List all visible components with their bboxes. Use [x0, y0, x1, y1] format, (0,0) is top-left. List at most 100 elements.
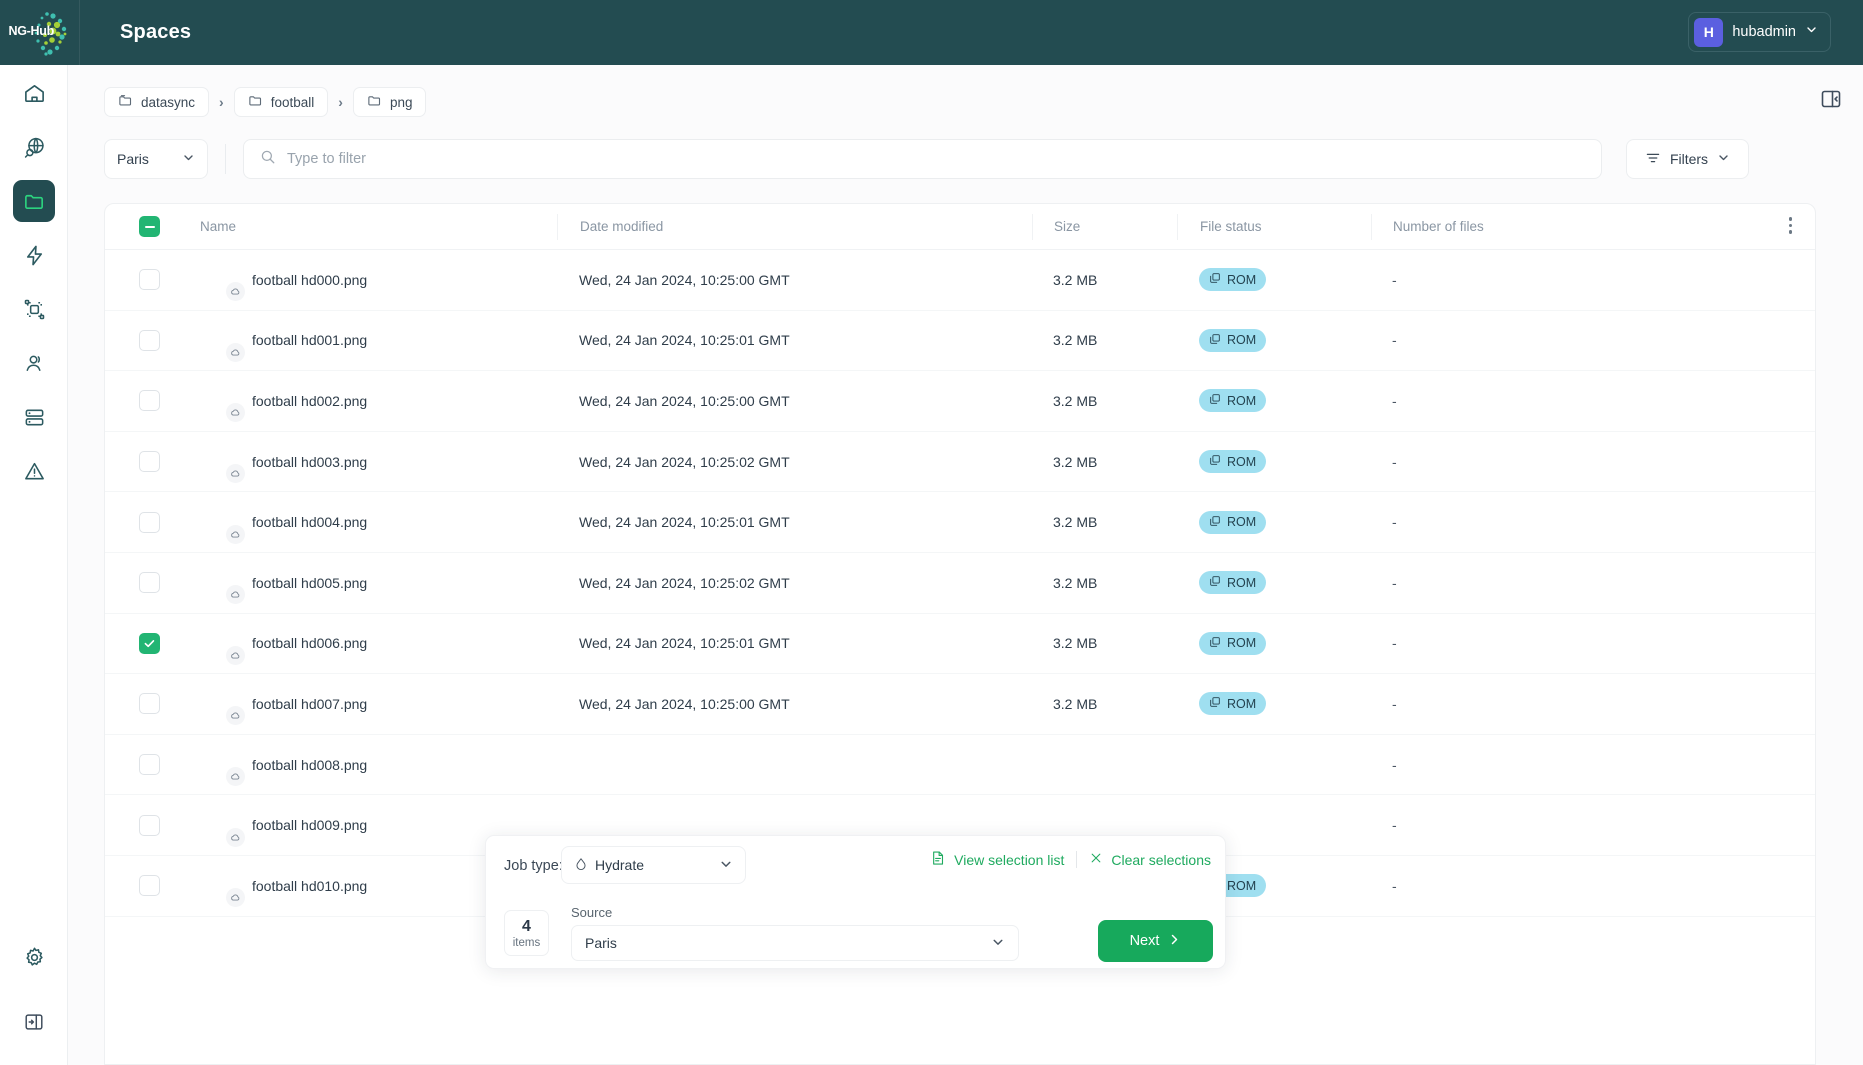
image-thumbnail — [200, 690, 236, 717]
layers-icon — [1209, 454, 1221, 469]
table-row[interactable]: football hd002.pngWed, 24 Jan 2024, 10:2… — [105, 371, 1815, 432]
cloud-icon — [226, 888, 245, 907]
sidebar-item-home[interactable] — [13, 72, 55, 114]
source-value: Paris — [585, 935, 617, 951]
table-row[interactable]: football hd001.pngWed, 24 Jan 2024, 10:2… — [105, 311, 1815, 372]
image-thumbnail — [200, 569, 236, 596]
sidebar-item-settings[interactable] — [13, 936, 55, 978]
panel-collapse-icon — [1819, 98, 1843, 115]
user-name: hubadmin — [1732, 24, 1796, 40]
chevron-down-icon — [1717, 151, 1730, 167]
table-row[interactable]: football hd007.pngWed, 24 Jan 2024, 10:2… — [105, 674, 1815, 735]
image-thumbnail — [200, 509, 236, 536]
search-input[interactable] — [287, 151, 1585, 167]
column-header-file-status[interactable]: File status — [1177, 214, 1371, 240]
row-checkbox[interactable] — [139, 451, 160, 472]
cloud-icon — [226, 343, 245, 362]
row-name-cell[interactable]: football hd003.png — [200, 448, 557, 475]
row-checkbox[interactable] — [139, 875, 160, 896]
row-name-cell[interactable]: football hd000.png — [200, 266, 557, 293]
sidebar-item-discover[interactable] — [13, 126, 55, 168]
column-header-num-files[interactable]: Number of files — [1371, 214, 1601, 240]
breadcrumb-item-datasync[interactable]: datasync — [104, 87, 209, 117]
kebab-menu-icon[interactable] — [1789, 217, 1793, 234]
image-thumbnail — [200, 448, 236, 475]
row-select-cell — [105, 693, 200, 714]
row-date-cell: Wed, 24 Jan 2024, 10:25:02 GMT — [557, 575, 1032, 591]
layers-icon — [1209, 636, 1221, 651]
row-name-cell[interactable]: football hd002.png — [200, 387, 557, 414]
file-name: football hd000.png — [252, 272, 367, 288]
row-status-cell: ROM — [1177, 692, 1371, 715]
row-checkbox[interactable] — [139, 330, 160, 351]
row-checkbox[interactable] — [139, 693, 160, 714]
close-x-icon — [1089, 851, 1103, 868]
row-checkbox[interactable] — [139, 512, 160, 533]
row-checkbox[interactable] — [139, 572, 160, 593]
image-thumbnail — [200, 812, 236, 839]
row-checkbox[interactable] — [139, 269, 160, 290]
table-row[interactable]: football hd000.pngWed, 24 Jan 2024, 10:2… — [105, 250, 1815, 311]
source-select[interactable]: Paris — [571, 925, 1019, 961]
search-field-wrapper[interactable] — [243, 139, 1602, 179]
right-panel-toggle[interactable] — [1819, 87, 1843, 116]
row-name-cell[interactable]: football hd001.png — [200, 327, 557, 354]
view-selection-list-label: View selection list — [954, 852, 1064, 868]
row-checkbox[interactable] — [139, 633, 160, 654]
table-row[interactable]: football hd003.png Wed, 24 Jan 2024, 10:2… — [105, 432, 1815, 493]
sidebar-item-collapse-panel[interactable] — [13, 1001, 55, 1043]
filters-button[interactable]: Filters — [1626, 139, 1749, 179]
sidebar-item-workflows[interactable] — [13, 288, 55, 330]
user-menu[interactable]: H hubadmin — [1688, 12, 1831, 52]
file-name: football hd007.png — [252, 696, 367, 712]
column-header-size[interactable]: Size — [1032, 214, 1177, 240]
status-badge-label: ROM — [1227, 697, 1256, 711]
next-button[interactable]: Next — [1098, 920, 1213, 962]
row-checkbox[interactable] — [139, 754, 160, 775]
row-size-cell: 3.2 MB — [1032, 454, 1177, 470]
row-name-cell[interactable]: football hd006.png — [200, 630, 557, 657]
sidebar-item-activity[interactable] — [13, 234, 55, 276]
status-badge-label: ROM — [1227, 879, 1256, 893]
row-name-cell[interactable]: football hd008.png — [200, 751, 557, 778]
file-name: football hd003.png — [252, 454, 367, 470]
file-name: football hd005.png — [252, 575, 367, 591]
row-name-cell[interactable]: football hd007.png — [200, 690, 557, 717]
row-num-files-cell: - — [1371, 696, 1601, 712]
row-checkbox[interactable] — [139, 815, 160, 836]
breadcrumb-item-football[interactable]: football — [234, 87, 329, 117]
sidebar-item-storage[interactable] — [13, 396, 55, 438]
row-status-cell: ROM — [1177, 571, 1371, 594]
breadcrumb-item-png[interactable]: png — [353, 87, 427, 117]
job-type-select[interactable]: Hydrate — [561, 846, 746, 884]
sidebar-item-users[interactable] — [13, 342, 55, 384]
cloud-icon — [226, 464, 245, 483]
table-row[interactable]: football hd008.png- — [105, 735, 1815, 796]
select-all-checkbox[interactable] — [139, 216, 160, 237]
row-name-cell[interactable]: football hd005.png — [200, 569, 557, 596]
table-row[interactable]: football hd005.png Wed, 24 Jan 2024, 10:2… — [105, 553, 1815, 614]
view-selection-list-button[interactable]: View selection list — [930, 850, 1064, 869]
table-header-row: Name Date modified Size File status Numb… — [105, 204, 1815, 250]
layers-icon — [1209, 333, 1221, 348]
row-date-cell: Wed, 24 Jan 2024, 10:25:01 GMT — [557, 332, 1032, 348]
gear-icon — [23, 946, 46, 969]
sidebar-item-alerts[interactable] — [13, 450, 55, 492]
column-header-date[interactable]: Date modified — [557, 214, 1032, 240]
table-row[interactable]: football hd004.pngWed, 24 Jan 2024, 10:2… — [105, 492, 1815, 553]
column-header-name[interactable]: Name — [200, 204, 557, 250]
status-badge: ROM — [1199, 571, 1266, 594]
clear-selections-button[interactable]: Clear selections — [1089, 851, 1211, 868]
table-row[interactable]: football hd006.pngWed, 24 Jan 2024, 10:2… — [105, 614, 1815, 675]
app-logo[interactable]: NG-Hub — [0, 0, 80, 65]
file-name: football hd004.png — [252, 514, 367, 530]
next-button-label: Next — [1130, 933, 1160, 949]
layers-icon — [1209, 393, 1221, 408]
space-selector[interactable]: Paris — [104, 139, 208, 179]
items-count-label: items — [513, 937, 540, 949]
row-name-cell[interactable]: football hd004.png — [200, 509, 557, 536]
row-checkbox[interactable] — [139, 390, 160, 411]
row-date-cell: Wed, 24 Jan 2024, 10:25:02 GMT — [557, 454, 1032, 470]
row-size-cell: 3.2 MB — [1032, 696, 1177, 712]
sidebar-item-spaces[interactable] — [13, 180, 55, 222]
